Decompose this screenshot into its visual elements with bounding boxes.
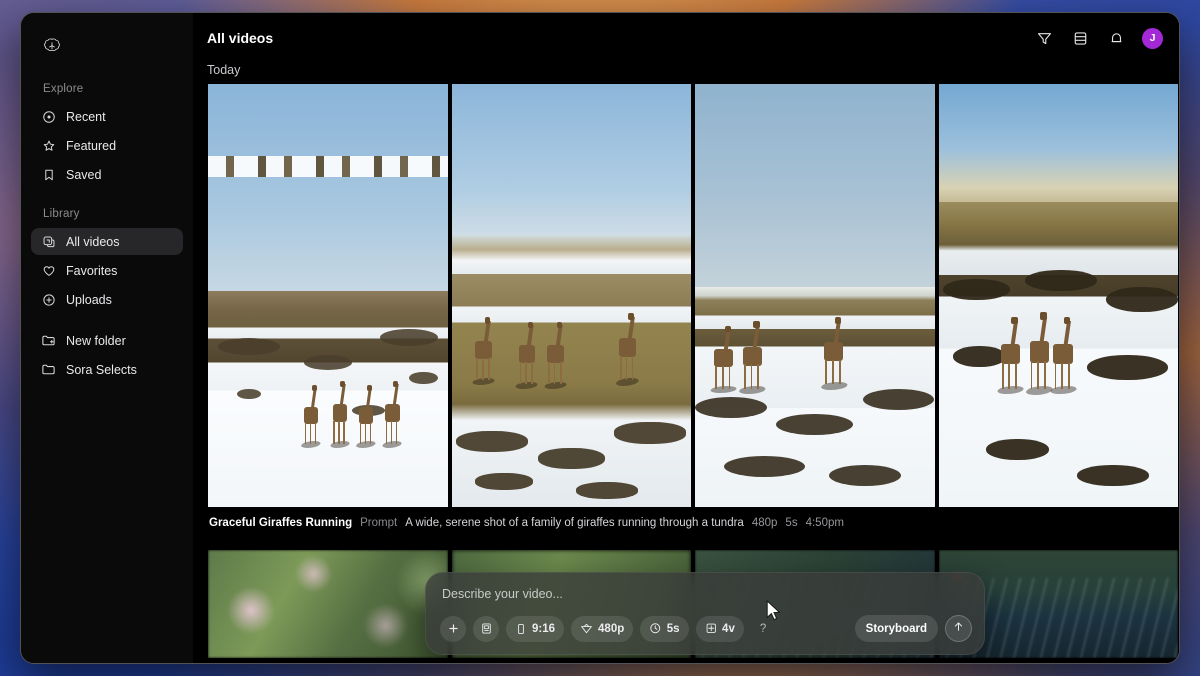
sidebar-item-label: New folder <box>66 333 126 348</box>
video-frame-3[interactable] <box>694 83 936 508</box>
add-attachment-button[interactable] <box>440 615 466 642</box>
page-title: All videos <box>207 30 274 46</box>
grid-icon <box>705 622 718 635</box>
describe-video-input[interactable]: Describe your video... <box>440 587 972 615</box>
avatar[interactable]: J <box>1142 27 1163 49</box>
help-button[interactable]: ? <box>751 616 775 642</box>
sidebar-item-label: Sora Selects <box>66 362 137 377</box>
resolution-label: 480p <box>598 622 625 635</box>
storage-icon[interactable] <box>1070 28 1090 48</box>
video-frame-2[interactable] <box>450 83 692 508</box>
storyboard-button[interactable]: Storyboard <box>854 615 938 642</box>
aspect-ratio-label: 9:16 <box>532 622 556 635</box>
sidebar-item-new-folder[interactable]: New folder <box>31 327 183 354</box>
arrow-up-icon <box>952 620 965 638</box>
video-frame-1[interactable] <box>207 549 449 659</box>
main-content: All videos J Today Graceful Giraffes Run… <box>193 13 1179 663</box>
sidebar-section-label-library: Library <box>43 208 80 220</box>
sidebar-item-label: Recent <box>66 109 106 124</box>
folder-icon <box>41 362 56 377</box>
filter-icon[interactable] <box>1034 28 1054 48</box>
resolution-badge: 480p <box>751 517 778 529</box>
sidebar-item-featured[interactable]: Featured <box>31 132 183 159</box>
video-frame-1[interactable] <box>207 83 449 508</box>
heart-icon <box>41 263 56 278</box>
sora-app-window: Explore Recent Featured Saved Library Al… <box>20 12 1180 664</box>
sidebar-item-label: All videos <box>66 234 120 249</box>
send-button[interactable] <box>945 615 972 642</box>
sidebar-item-sora-selects[interactable]: Sora Selects <box>31 356 183 383</box>
sidebar-item-recent[interactable]: Recent <box>31 103 183 130</box>
frame-icon <box>480 622 493 635</box>
star-icon <box>41 138 56 153</box>
clock-recent-icon <box>41 109 56 124</box>
sidebar-section-label-explore: Explore <box>43 83 84 95</box>
question-icon: ? <box>759 622 767 635</box>
sidebar-item-favorites[interactable]: Favorites <box>31 257 183 284</box>
timestamp: 4:50pm <box>805 517 844 529</box>
group-label-today: Today <box>207 63 241 77</box>
sidebar-item-all-videos[interactable]: All videos <box>31 228 183 255</box>
desktop-background: Explore Recent Featured Saved Library Al… <box>0 0 1200 676</box>
variations-label: 4v <box>722 622 735 635</box>
video-meta-row: Graceful Giraffes Running Prompt A wide,… <box>207 508 1179 535</box>
clock-icon <box>649 622 662 635</box>
prompt-label: Prompt <box>360 517 398 529</box>
aspect-ratio-chip[interactable]: 9:16 <box>506 615 565 642</box>
prompt-composer: Describe your video... 9:16 480p 5s 4v ?… <box>425 572 985 655</box>
sidebar-section-explore: Explore Recent Featured Saved <box>31 77 183 190</box>
diamond-icon <box>580 622 593 635</box>
duration-label: 5s <box>666 622 680 635</box>
phone-icon <box>515 623 527 635</box>
folder-plus-icon <box>41 333 56 348</box>
bookmark-icon <box>41 167 56 182</box>
sidebar-item-uploads[interactable]: Uploads <box>31 286 183 313</box>
sidebar: Explore Recent Featured Saved Library Al… <box>21 13 193 663</box>
variations-chip[interactable]: 4v <box>695 615 744 642</box>
videos-stack-icon <box>41 234 56 249</box>
sidebar-item-saved[interactable]: Saved <box>31 161 183 188</box>
prompt-text: A wide, serene shot of a family of giraf… <box>405 517 744 529</box>
duration-chip[interactable]: 5s <box>640 615 689 642</box>
openai-logo-icon[interactable] <box>31 29 183 63</box>
bell-icon[interactable] <box>1106 28 1126 48</box>
topbar-actions: J <box>1034 27 1163 49</box>
upload-plus-icon <box>41 292 56 307</box>
sidebar-section-library: Library All videos Favorites Uploads <box>31 202 183 315</box>
sidebar-item-label: Uploads <box>66 292 112 307</box>
duration-badge: 5s <box>785 517 798 529</box>
sidebar-item-label: Favorites <box>66 263 118 278</box>
composer-toolbar: 9:16 480p 5s 4v ? Storyboard <box>440 615 972 642</box>
resolution-chip[interactable]: 480p <box>571 615 634 642</box>
sidebar-item-label: Saved <box>66 167 102 182</box>
sidebar-section-folders: New folder Sora Selects <box>31 327 183 385</box>
plus-icon <box>447 622 460 635</box>
video-row <box>207 83 1179 508</box>
storyboard-frame-button[interactable] <box>473 615 499 642</box>
video-title: Graceful Giraffes Running <box>209 517 353 529</box>
topbar: All videos J <box>193 13 1179 63</box>
sidebar-item-label: Featured <box>66 138 117 153</box>
video-frame-4[interactable] <box>937 83 1179 508</box>
